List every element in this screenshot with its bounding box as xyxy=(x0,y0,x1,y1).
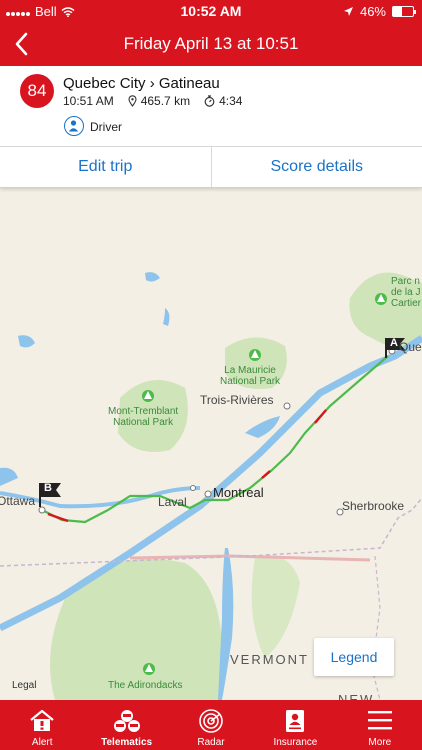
menu-icon xyxy=(367,711,392,730)
trip-route: Quebec City › Gatineau xyxy=(63,75,220,92)
route-speeding-segment-3 xyxy=(47,512,69,523)
route-speeding-segment-1 xyxy=(314,409,327,424)
trip-start-time: 10:51 AM xyxy=(63,94,114,108)
car-stack-icon xyxy=(113,710,140,732)
lake-north-3 xyxy=(163,308,170,326)
vermont-nh-border xyxy=(371,555,381,700)
legend-button[interactable]: Legend xyxy=(314,638,394,676)
state-label-new: NEW xyxy=(338,692,375,700)
forest-green-mountains xyxy=(251,555,300,658)
lake-north-2 xyxy=(145,272,160,282)
tab-label: Alert xyxy=(31,737,53,748)
tab-bar: Alert Telematics Radar Insurance More xyxy=(0,700,422,750)
page-title: Friday April 13 at 10:51 xyxy=(123,34,299,53)
map-pin-icon xyxy=(128,95,137,107)
park-tree-icon xyxy=(249,349,261,361)
map-legal-link[interactable]: Legal xyxy=(12,680,36,691)
highway-us-border xyxy=(129,554,371,562)
trip-meta: 10:51 AM 465.7 km 4:34 xyxy=(63,94,242,108)
park-label-tremblant: Mont-Tremblant National Park xyxy=(108,406,179,428)
tab-more[interactable]: More xyxy=(338,700,422,750)
tab-alert[interactable]: Alert xyxy=(0,700,84,750)
battery-icon xyxy=(392,6,416,17)
marker-b-label: B xyxy=(44,482,52,494)
lake-west xyxy=(0,467,18,486)
tab-label: Radar xyxy=(197,737,225,748)
trip-duration: 4:34 xyxy=(219,94,243,108)
state-label-vermont: VERMONT xyxy=(230,652,309,667)
insurance-document-icon xyxy=(286,710,305,732)
edit-trip-button[interactable]: Edit trip xyxy=(0,147,211,187)
city-label-sherbrooke: Sherbrooke xyxy=(342,499,405,513)
city-label-montreal: Montreal xyxy=(213,485,264,500)
status-bar: Bell 10:52 AM 46% xyxy=(0,0,422,22)
park-tree-icon xyxy=(143,663,155,675)
tab-label: More xyxy=(368,737,392,748)
park-label-adirondacks: The Adirondacks xyxy=(108,680,183,691)
lake-champlain xyxy=(218,548,234,700)
trip-actions: Edit trip Score details xyxy=(0,146,422,188)
trip-map[interactable]: A B Que Trois-Rivières Laval Montreal Sh… xyxy=(0,188,422,700)
score-badge: 84 xyxy=(20,74,54,108)
tab-radar[interactable]: Radar xyxy=(169,700,253,750)
map-canvas xyxy=(0,272,422,700)
battery-fill xyxy=(393,7,403,16)
lake-north xyxy=(18,335,35,348)
battery-percent: 46% xyxy=(359,4,386,19)
city-label-quebec: Que xyxy=(399,340,422,354)
marker-a-label: A xyxy=(390,337,398,349)
city-label-ottawa: Ottawa xyxy=(0,494,36,508)
trip-distance: 465.7 km xyxy=(140,94,191,108)
city-dot-trois-rivieres xyxy=(283,402,291,410)
route-speeding-segment-2 xyxy=(261,470,271,479)
driver-role-label: Driver xyxy=(90,120,122,134)
city-label-trois-rivieres: Trois-Rivières xyxy=(200,393,274,407)
park-label-jacques-cartier: Parc n de la J Cartier xyxy=(391,276,422,309)
trip-summary-card: 84 Quebec City › Gatineau 10:51 AM 465.7… xyxy=(0,66,422,146)
city-label-laval: Laval xyxy=(158,495,187,509)
city-dot-laval xyxy=(190,485,196,491)
forest-adirondacks xyxy=(50,558,222,700)
nav-bar: Friday April 13 at 10:51 xyxy=(0,22,422,66)
tab-insurance[interactable]: Insurance xyxy=(253,700,337,750)
city-dot-montreal xyxy=(204,490,212,498)
stopwatch-icon xyxy=(204,95,215,107)
park-label-mauricie: La Mauricie National Park xyxy=(220,365,281,387)
tab-label: Insurance xyxy=(273,737,318,748)
status-right: 46% xyxy=(343,4,416,19)
park-tree-icon xyxy=(375,293,387,305)
tab-telematics[interactable]: Telematics xyxy=(84,700,168,750)
tab-label: Telematics xyxy=(101,737,153,748)
location-arrow-icon xyxy=(343,7,353,16)
city-dot-ottawa xyxy=(38,506,46,514)
park-tree-icon xyxy=(142,390,154,402)
house-alert-icon xyxy=(30,709,54,731)
driver-icon xyxy=(64,116,84,136)
radar-icon xyxy=(199,709,223,733)
score-details-button[interactable]: Score details xyxy=(210,147,422,187)
